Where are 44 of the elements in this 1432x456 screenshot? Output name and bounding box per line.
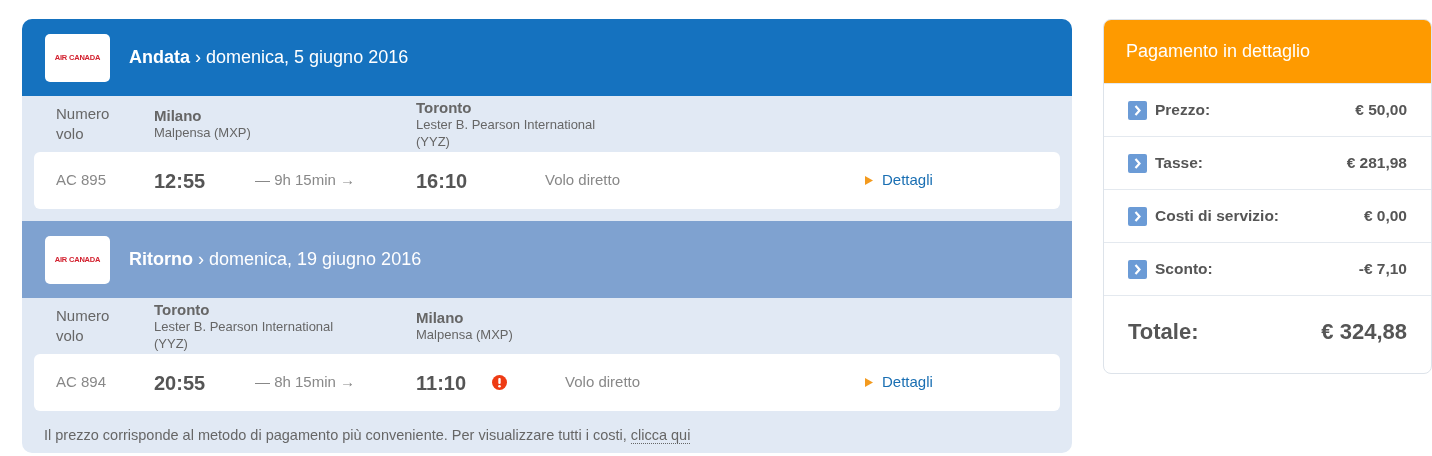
city-name: Toronto bbox=[154, 300, 211, 318]
chevron-icon[interactable] bbox=[1128, 100, 1147, 120]
cost-value: -€ 7,10 bbox=[1358, 259, 1407, 280]
city-name: Milano bbox=[416, 309, 465, 326]
chevron-icon[interactable] bbox=[1128, 259, 1147, 279]
flight-type: Volo diretto bbox=[565, 373, 641, 391]
total-value: € 324,88 bbox=[1321, 318, 1407, 346]
airport-name: Lester B. Pearson International (YYZ) bbox=[416, 115, 597, 150]
airport-name: Malpensa (MXP) bbox=[416, 326, 514, 343]
details-link[interactable]: Dettagli bbox=[882, 169, 933, 192]
city-name: Toronto bbox=[416, 98, 473, 116]
cost-value: € 50,00 bbox=[1355, 100, 1407, 121]
cost-label: Sconto: bbox=[1155, 259, 1214, 280]
total-label: Totale: bbox=[1128, 318, 1199, 346]
column-label: Numero volo bbox=[56, 104, 111, 144]
column-label: Numero volo bbox=[56, 306, 111, 346]
departure-time: 12:55 bbox=[154, 169, 206, 192]
cost-value: € 0,00 bbox=[1363, 206, 1407, 227]
flight-number: AC 895 bbox=[55, 170, 108, 191]
city-name: Milano bbox=[154, 107, 203, 124]
arrival-time: 11:10 bbox=[416, 370, 467, 396]
panel-title: Pagamento in dettaglio bbox=[1104, 20, 1431, 83]
triangle-icon bbox=[865, 176, 873, 185]
footnote-link[interactable]: clicca qui bbox=[630, 427, 691, 444]
chevron-icon[interactable] bbox=[1128, 206, 1147, 226]
airport-name: Lester B. Pearson International (YYZ) bbox=[154, 317, 335, 352]
footnote-text: Il prezzo corrisponde al metodo di pagamento più conveniente. Per visualizzare tutti i costi, clicca qui bbox=[43, 426, 692, 446]
airport-name: Malpensa (MXP) bbox=[154, 124, 252, 141]
flight-duration: — 9h 15min → bbox=[255, 171, 356, 189]
cost-label: Costi di servizio: bbox=[1155, 206, 1281, 227]
flight-number: AC 894 bbox=[55, 372, 108, 393]
flight-type: Volo diretto bbox=[545, 171, 621, 189]
chevron-icon[interactable] bbox=[1128, 153, 1147, 173]
cost-label: Tasse: bbox=[1155, 153, 1204, 174]
leg-title: Andata › domenica, 5 giugno 2016 bbox=[129, 46, 409, 69]
leg-title: Ritorno › domenica, 19 giugno 2016 bbox=[129, 248, 422, 271]
warning-icon bbox=[492, 375, 508, 390]
cost-value: € 281,98 bbox=[1346, 153, 1407, 174]
triangle-icon bbox=[865, 378, 873, 387]
arrival-time: 16:10 bbox=[416, 168, 468, 194]
flight-duration: — 8h 15min → bbox=[255, 373, 356, 391]
departure-time: 20:55 bbox=[154, 371, 206, 394]
cost-label: Prezzo: bbox=[1155, 100, 1212, 121]
details-link[interactable]: Dettagli bbox=[882, 371, 933, 394]
